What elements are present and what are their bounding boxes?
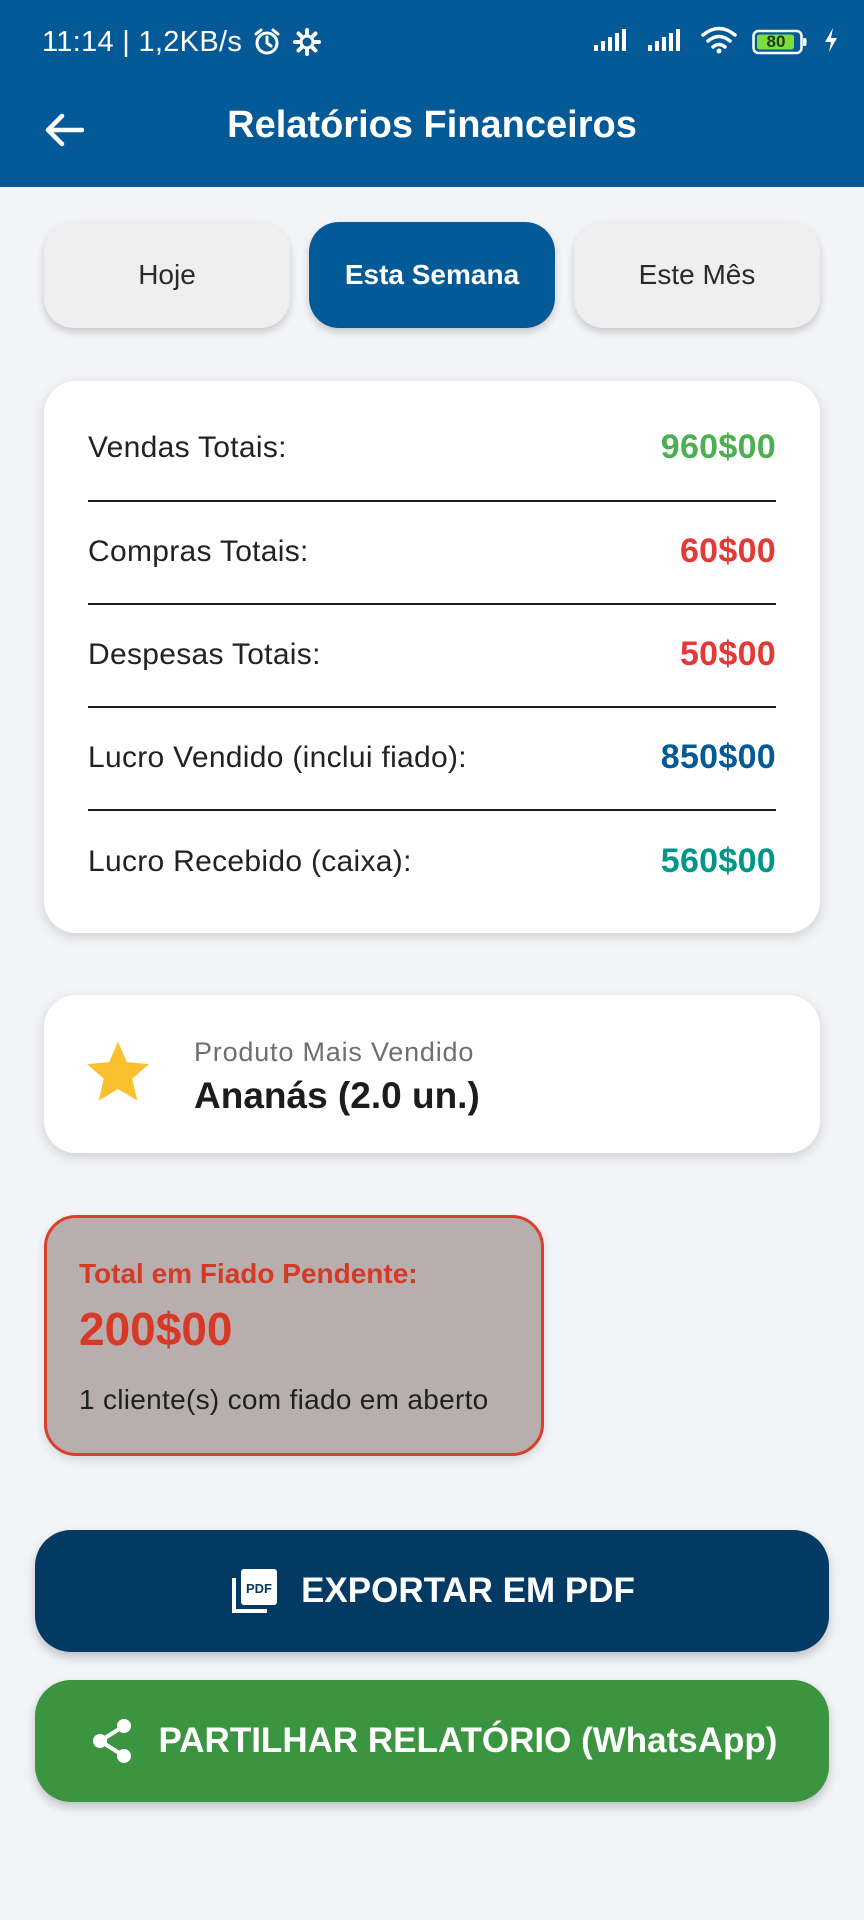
toolbar: Relatórios Financeiros (0, 84, 864, 187)
export-pdf-button[interactable]: PDF EXPORTAR EM PDF (35, 1530, 829, 1652)
battery-level: 80 (766, 32, 786, 51)
summary-row-profit-received: Lucro Recebido (caixa): 560$00 (88, 810, 776, 913)
star-icon (87, 1041, 149, 1101)
expenses-total-value: 50$00 (679, 635, 776, 673)
alarm-icon (252, 27, 282, 57)
signal-icon (592, 27, 632, 58)
battery-icon: 80 (752, 28, 808, 56)
svg-text:PDF: PDF (246, 1581, 272, 1596)
pending-credit-title: Total em Fiado Pendente: (79, 1258, 418, 1289)
share-icon (87, 1716, 137, 1766)
tab-this-week[interactable]: Esta Semana (309, 222, 555, 328)
period-tabs: Hoje Esta Semana Este Mês (44, 222, 820, 328)
summary-row-sales: Vendas Totais: 960$00 (88, 396, 776, 499)
charging-bolt-icon (822, 26, 840, 59)
status-left: 11:14 | 1,2KB/s (42, 26, 322, 59)
tab-this-month[interactable]: Este Mês (574, 222, 820, 328)
summary-row-profit-sold: Lucro Vendido (inclui fiado): 850$00 (88, 706, 776, 809)
settings-gear-icon (292, 27, 322, 57)
summary-row-purchases: Compras Totais: 60$00 (88, 500, 776, 603)
share-report-label: PARTILHAR RELATÓRIO (WhatsApp) (158, 1721, 778, 1760)
signal-icon-2 (646, 27, 686, 58)
status-right: 80 (592, 26, 840, 59)
profit-received-value: 560$00 (660, 842, 776, 880)
top-product-card: Produto Mais Vendido Ananás (2.0 un.) (44, 995, 820, 1153)
profit-sold-value: 850$00 (660, 738, 776, 776)
pending-credit-subtitle: 1 cliente(s) com fiado em aberto (79, 1384, 489, 1415)
sales-total-value: 960$00 (660, 428, 776, 466)
share-report-button[interactable]: PARTILHAR RELATÓRIO (WhatsApp) (35, 1680, 829, 1802)
purchases-total-value: 60$00 (679, 532, 776, 570)
page-title: Relatórios Financeiros (227, 104, 637, 146)
summary-row-expenses: Despesas Totais: 50$00 (88, 603, 776, 706)
export-pdf-label: EXPORTAR EM PDF (301, 1571, 635, 1610)
status-time-speed: 11:14 | 1,2KB/s (42, 25, 243, 58)
profit-received-label: Lucro Recebido (caixa): (88, 844, 412, 878)
pdf-icon: PDF (229, 1566, 279, 1616)
pending-credit-card: Total em Fiado Pendente: 200$00 1 client… (44, 1215, 544, 1456)
summary-card: Vendas Totais: 960$00 Compras Totais: 60… (44, 381, 820, 933)
top-product-value: Ananás (2.0 un.) (194, 1075, 480, 1116)
profit-sold-label: Lucro Vendido (inclui fiado): (88, 740, 467, 774)
pending-credit-amount: 200$00 (79, 1303, 233, 1355)
sales-total-label: Vendas Totais: (88, 430, 287, 464)
top-product-label: Produto Mais Vendido (194, 1037, 475, 1067)
expenses-total-label: Despesas Totais: (88, 637, 321, 671)
wifi-icon (700, 26, 738, 59)
tab-today[interactable]: Hoje (44, 222, 290, 328)
app-bar: 11:14 | 1,2KB/s 80 Relatórios Financeiro… (0, 0, 864, 187)
status-bar: 11:14 | 1,2KB/s 80 (0, 0, 864, 84)
purchases-total-label: Compras Totais: (88, 534, 309, 568)
